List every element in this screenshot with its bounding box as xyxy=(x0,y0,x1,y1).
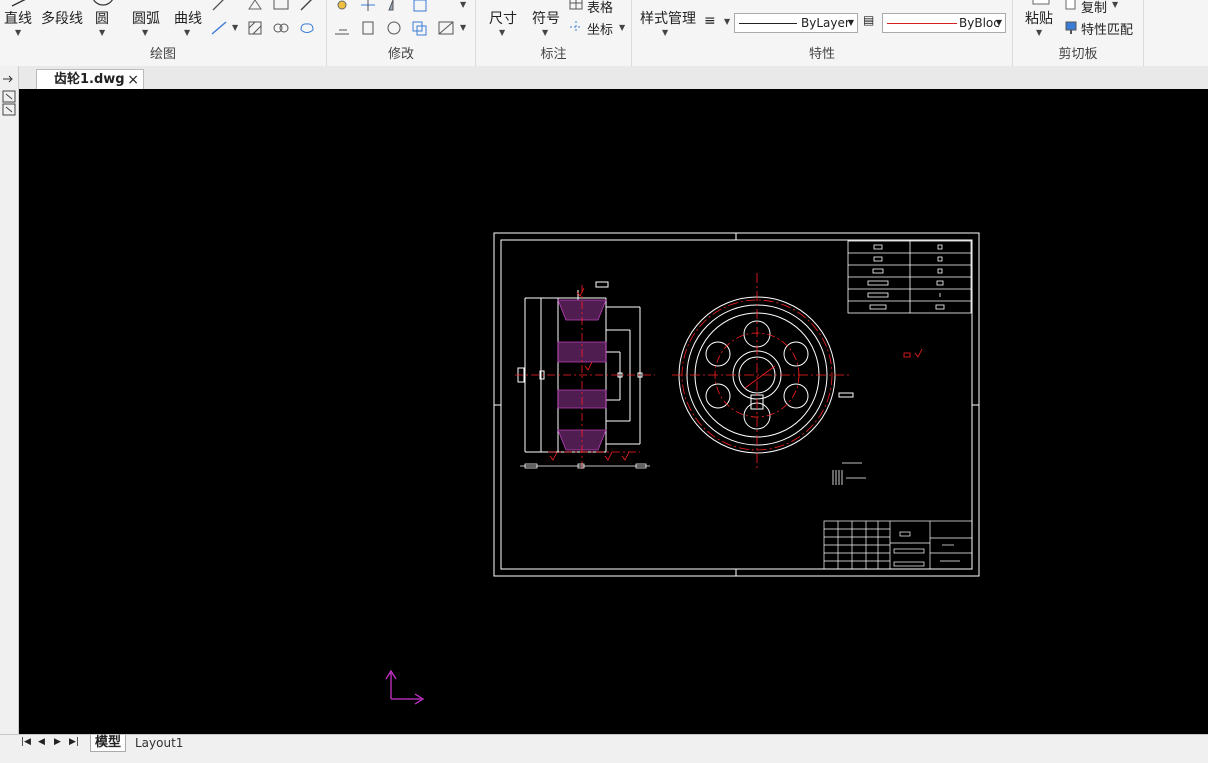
polyline-button[interactable]: 多段线 xyxy=(41,8,83,28)
ucs-icon xyxy=(385,669,425,705)
annotate-group-label: 标注 xyxy=(540,47,567,62)
rectangle-icon[interactable] xyxy=(272,0,290,13)
line-button[interactable]: 直线 xyxy=(4,8,32,28)
copy-object-icon[interactable] xyxy=(411,20,429,36)
clipboard-group: 粘贴 ▼ 复制 ▼ 特性匹配 剪切板 xyxy=(1013,0,1144,66)
document-tab[interactable]: 齿轮1.dwg × xyxy=(36,69,144,90)
annotate-group: 尺寸 ▼ 符号 ▼ 表格 坐标 ▼ 标注 xyxy=(476,0,632,66)
layer-dropdown-arrow[interactable]: ▼ xyxy=(724,17,730,26)
copy-button[interactable]: 复制 xyxy=(1081,0,1107,16)
next-layout-nav-icon[interactable]: ▶ xyxy=(54,737,61,747)
ray-dropdown-arrow[interactable]: ▼ xyxy=(232,23,238,32)
properties-group: 样式管理 ▼ ≡ ▼ ByLayer ▼ ▤ ByBloc ▼ 特性 xyxy=(632,0,1013,66)
properties-group-label: 特性 xyxy=(808,47,835,62)
palette-icon[interactable] xyxy=(2,90,16,116)
symbol-dropdown-arrow[interactable]: ▼ xyxy=(542,28,548,37)
linetype-dropdown-arrow[interactable]: ▼ xyxy=(848,14,854,32)
clipboard-group-label: 剪切板 xyxy=(1058,47,1098,62)
circle-tool-icon[interactable] xyxy=(90,0,116,8)
match-properties-icon[interactable] xyxy=(1063,19,1081,35)
prev-layout-nav-icon[interactable]: ◀ xyxy=(38,737,45,747)
style-manager-button[interactable]: 样式管理 xyxy=(640,8,696,28)
trim-icon[interactable] xyxy=(359,0,377,13)
drawing-viewport[interactable] xyxy=(19,89,1208,734)
boundary-icon[interactable] xyxy=(272,20,290,36)
lineweight-value: ByBloc xyxy=(959,16,1000,30)
paste-icon[interactable] xyxy=(1029,0,1053,6)
style-manager-dropdown-arrow[interactable]: ▼ xyxy=(662,28,668,37)
modify-dropdown-arrow[interactable]: ▼ xyxy=(460,23,466,32)
linetype-combo[interactable]: ByLayer ▼ xyxy=(734,13,858,33)
circle-dropdown-arrow[interactable]: ▼ xyxy=(99,28,105,37)
offset-icon[interactable] xyxy=(333,20,351,36)
move-icon[interactable] xyxy=(333,0,351,13)
stretch-icon[interactable] xyxy=(359,20,377,36)
table-icon[interactable] xyxy=(568,0,586,12)
modify-group-label: 修改 xyxy=(387,47,414,62)
technical-notes xyxy=(832,462,866,485)
lineweight-icon[interactable]: ▤ xyxy=(863,13,874,27)
roughness-annotation xyxy=(903,348,923,358)
tab-model[interactable]: 模型 xyxy=(90,735,127,752)
arc-button[interactable]: 圆弧 xyxy=(132,8,160,28)
lineweight-combo[interactable]: ByBloc ▼ xyxy=(882,13,1006,33)
construction-line-icon[interactable] xyxy=(210,0,228,14)
paste-dropdown-arrow[interactable]: ▼ xyxy=(1036,28,1042,37)
curve-dropdown-arrow[interactable]: ▼ xyxy=(184,28,190,37)
line-tool-icon[interactable] xyxy=(10,0,30,8)
revision-cloud-icon[interactable] xyxy=(298,20,316,36)
last-layout-nav-icon[interactable]: ▶| xyxy=(69,737,79,747)
circle-button[interactable]: 圆 xyxy=(95,8,109,28)
arc-dropdown-arrow[interactable]: ▼ xyxy=(142,28,148,37)
paste-button[interactable]: 粘贴 xyxy=(1025,8,1053,28)
tab-layout1[interactable]: Layout1 xyxy=(131,735,187,751)
curve-button[interactable]: 曲线 xyxy=(174,8,202,28)
lineweight-sample-icon xyxy=(887,23,957,24)
title-block xyxy=(823,520,973,570)
layout-tab-bar: |◀ ◀ ▶ ▶| 模型 Layout1 xyxy=(0,734,1208,763)
linetype-value: ByLayer xyxy=(801,16,850,30)
gear-parameter-table xyxy=(847,240,972,314)
copy-dropdown-arrow[interactable]: ▼ xyxy=(1112,0,1118,9)
coordinate-dropdown-arrow[interactable]: ▼ xyxy=(619,23,625,32)
region-icon[interactable] xyxy=(246,0,264,13)
coordinate-icon[interactable] xyxy=(568,19,586,35)
dimension-dropdown-arrow[interactable]: ▼ xyxy=(499,28,505,37)
ribbon: 直线 ▼ 多段线 圆 ▼ 圆弧 ▼ 曲线 ▼ ▼ 绘图 ▼ ▼ 修改 尺寸 ▼ … xyxy=(0,0,1208,67)
modify-group: ▼ ▼ 修改 xyxy=(327,0,476,66)
match-properties-button[interactable]: 特性匹配 xyxy=(1081,19,1133,38)
layer-list-icon[interactable]: ≡ xyxy=(704,13,716,29)
array-dropdown-arrow[interactable]: ▼ xyxy=(460,0,466,9)
draw-group: 直线 ▼ 多段线 圆 ▼ 圆弧 ▼ 曲线 ▼ ▼ 绘图 xyxy=(0,0,327,66)
hatch-icon[interactable] xyxy=(246,20,264,36)
linetype-sample-icon xyxy=(739,23,797,24)
document-tab-title: 齿轮1.dwg xyxy=(54,72,125,87)
gear-front-centerlines xyxy=(672,273,852,470)
line-dropdown-arrow[interactable]: ▼ xyxy=(15,28,21,37)
coordinate-button[interactable]: 坐标 xyxy=(587,19,613,38)
first-layout-nav-icon[interactable]: |◀ xyxy=(21,737,31,747)
document-tab-bar: 齿轮1.dwg × xyxy=(0,66,1208,90)
draw-group-label: 绘图 xyxy=(149,47,176,62)
copy-icon[interactable] xyxy=(1063,0,1081,12)
explode-icon[interactable] xyxy=(437,20,455,36)
drawing-canvas[interactable] xyxy=(19,89,1208,734)
symbol-button[interactable]: 符号 xyxy=(532,8,560,28)
section-dimension-marks xyxy=(520,463,650,469)
array-icon[interactable] xyxy=(411,0,429,13)
pin-icon[interactable] xyxy=(1,74,17,84)
left-palette-strip xyxy=(0,66,19,762)
close-icon[interactable]: × xyxy=(127,70,139,90)
table-button[interactable]: 表格 xyxy=(587,0,613,16)
ray-icon[interactable] xyxy=(210,20,228,36)
mirror-icon[interactable] xyxy=(385,0,403,13)
dimension-button[interactable]: 尺寸 xyxy=(489,8,517,28)
rotate-icon[interactable] xyxy=(385,20,403,36)
point-icon[interactable] xyxy=(298,0,316,13)
drawing-sheet xyxy=(493,232,980,577)
lineweight-dropdown-arrow[interactable]: ▼ xyxy=(996,14,1002,32)
